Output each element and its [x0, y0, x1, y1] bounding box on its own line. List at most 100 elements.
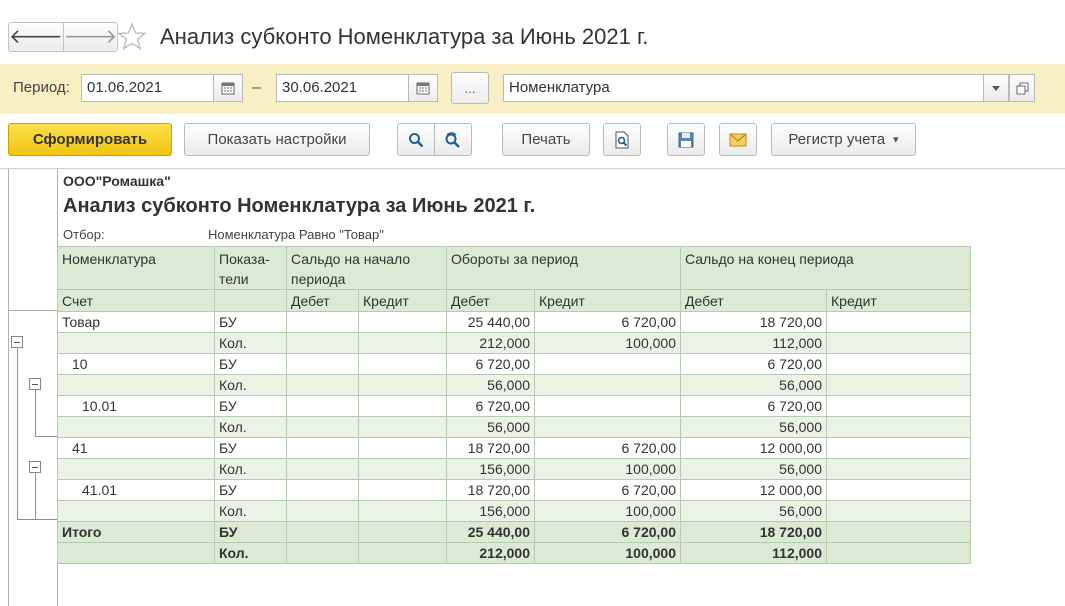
calendar-to-button[interactable] [408, 74, 438, 102]
table-cell-oc [358, 437, 447, 459]
collapse-icon[interactable] [29, 378, 41, 390]
table-cell-ind: Кол. [214, 500, 287, 522]
table-cell-ind: Кол. [214, 416, 287, 438]
star-icon[interactable] [116, 21, 148, 53]
subconto-open-button[interactable] [1009, 74, 1035, 102]
table-cell-name: 10.01 [57, 395, 215, 417]
table-row: 41 БУ 18 720,00 6 720,00 12 000,00 [57, 437, 971, 459]
table-cell-ind: БУ [214, 353, 287, 375]
report-table: Номенклатура Показа-тели Сальдо на начал… [57, 246, 971, 564]
table-cell-od [286, 479, 359, 501]
forward-button[interactable]: 🡒 [63, 22, 119, 52]
table-cell-cc [826, 374, 971, 396]
mail-button[interactable] [719, 123, 757, 156]
header-closing-debit: Дебет [680, 289, 827, 312]
table-header-row: Номенклатура Показа-тели Сальдо на начал… [57, 246, 971, 290]
header-account: Счет [57, 289, 215, 312]
nav-buttons: 🡐 🡒 [8, 22, 119, 52]
calendar-icon [416, 82, 430, 95]
table-cell-cd: 18 720,00 [680, 521, 827, 543]
back-button[interactable]: 🡐 [8, 22, 64, 52]
register-label: Регистр учета [788, 131, 886, 148]
generate-button[interactable]: Сформировать [8, 123, 172, 156]
table-cell-td: 212,000 [446, 542, 535, 564]
table-cell-cd: 12 000,00 [680, 437, 827, 459]
table-cell-name: Товар [57, 311, 215, 333]
period-to-field[interactable]: 30.06.2021 [276, 74, 409, 102]
register-dropdown-button[interactable]: Регистр учета ▾ [771, 123, 916, 156]
table-cell-oc [358, 374, 447, 396]
table-cell-ind: Кол. [214, 332, 287, 354]
header-opening-credit: Кредит [358, 289, 447, 312]
table-row: 10.01 БУ 6 720,00 6 720,00 [57, 395, 971, 417]
table-cell-ind: БУ [214, 521, 287, 543]
show-settings-button[interactable]: Показать настройки [184, 123, 370, 156]
table-cell-tc: 100,000 [534, 500, 681, 522]
table-cell-od [286, 458, 359, 480]
table-cell-ind: БУ [214, 311, 287, 333]
table-cell-name [57, 500, 215, 522]
window-title: Анализ субконто Номенклатура за Июнь 202… [160, 24, 649, 49]
group-line-account-41 [35, 473, 36, 519]
table-row: Кол. 156,000 100,000 56,000 [57, 500, 971, 522]
print-preview-button[interactable] [603, 123, 641, 156]
table-cell-ind: Кол. [214, 542, 287, 564]
period-from-field[interactable]: 01.06.2021 [81, 74, 214, 102]
table-totals: Итого БУ 25 440,00 6 720,00 18 720,00 Кол. 212… [57, 521, 971, 564]
mail-icon [729, 133, 747, 146]
filter-value: Номенклатура Равно "Товар" [208, 227, 384, 242]
collapse-icon[interactable] [11, 336, 23, 348]
header-nomenclature: Номенклатура [57, 246, 215, 290]
table-row: 10 БУ 6 720,00 6 720,00 [57, 353, 971, 375]
open-window-icon [1016, 82, 1028, 94]
print-button[interactable]: Печать [502, 123, 590, 156]
table-cell-oc [358, 353, 447, 375]
save-button[interactable] [667, 123, 705, 156]
header-indicators: Показа-тели [214, 246, 287, 290]
calendar-from-button[interactable] [213, 74, 243, 102]
header-turnover-debit: Дебет [446, 289, 535, 312]
table-cell-tc: 6 720,00 [534, 521, 681, 543]
table-cell-cd: 112,000 [680, 542, 827, 564]
table-cell-cd: 18 720,00 [680, 311, 827, 333]
header-turnover: Обороты за период [446, 246, 681, 290]
table-cell-cc [826, 479, 971, 501]
period-select-button[interactable]: ... [451, 72, 489, 104]
table-cell-ind: БУ [214, 437, 287, 459]
totals-row: Итого БУ 25 440,00 6 720,00 18 720,00 [57, 521, 971, 543]
table-cell-cd: 112,000 [680, 332, 827, 354]
table-cell-od [286, 353, 359, 375]
table-cell-od [286, 416, 359, 438]
table-row: Кол. 56,000 56,000 [57, 416, 971, 438]
table-cell-tc: 6 720,00 [534, 437, 681, 459]
subconto-dropdown-button[interactable] [983, 74, 1009, 102]
back-arrow-icon: 🡐 [9, 26, 63, 48]
table-row: 41.01 БУ 18 720,00 6 720,00 12 000,00 [57, 479, 971, 501]
table-cell-td: 18 720,00 [446, 479, 535, 501]
table-cell-cc [826, 353, 971, 375]
table-cell-cc [826, 395, 971, 417]
generate-label: Сформировать [32, 131, 148, 148]
table-cell-td: 156,000 [446, 458, 535, 480]
table-cell-tc [534, 395, 681, 417]
table-row: Кол. 156,000 100,000 56,000 [57, 458, 971, 480]
header-opening-balance: Сальдо на начало периода [286, 246, 447, 290]
collapse-icon[interactable] [29, 461, 41, 473]
table-row: Товар БУ 25 440,00 6 720,00 18 720,00 [57, 311, 971, 333]
table-cell-ind: Кол. [214, 374, 287, 396]
table-cell-oc [358, 521, 447, 543]
table-cell-oc [358, 311, 447, 333]
subconto-field[interactable]: Номенклатура [503, 74, 984, 102]
table-cell-cd: 56,000 [680, 374, 827, 396]
organization-name: ООО"Ромашка" [63, 173, 171, 189]
table-cell-ind: БУ [214, 479, 287, 501]
group-line-level1-end [17, 519, 59, 520]
forward-arrow-icon: 🡒 [63, 26, 118, 48]
search-next-button[interactable] [434, 123, 472, 156]
table-cell-od [286, 311, 359, 333]
search-button[interactable] [397, 123, 435, 156]
table-cell-tc [534, 416, 681, 438]
group-line-account-10 [35, 390, 36, 436]
header-empty [214, 289, 287, 312]
table-cell-name [57, 332, 215, 354]
